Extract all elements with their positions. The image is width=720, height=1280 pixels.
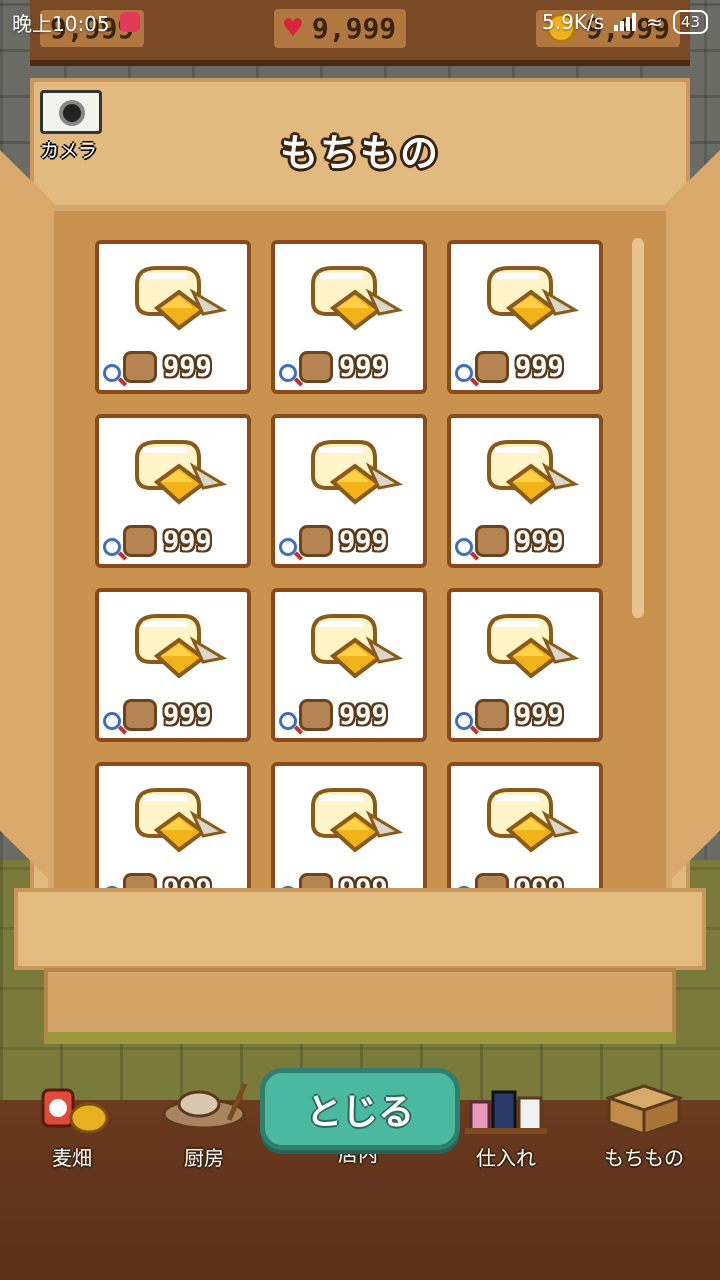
nav-label-inventory: もちもの — [604, 1146, 684, 1170]
panel-title: もちもの — [279, 131, 440, 175]
stock-box-icon — [299, 351, 333, 383]
item-quantity: 999 — [339, 525, 388, 557]
item-quantity: 999 — [163, 699, 212, 731]
item-footer: 999 — [103, 872, 241, 888]
wheat-field-icon — [41, 1088, 109, 1134]
item-card[interactable]: 999 — [271, 240, 427, 394]
item-quantity: 999 — [339, 699, 388, 731]
scrollbar[interactable] — [632, 238, 644, 618]
cheese-bread-icon — [127, 784, 228, 864]
stock-box-icon — [475, 525, 509, 557]
stock-box-icon — [123, 351, 157, 383]
cheese-bread-icon — [127, 262, 228, 342]
nav-item-wheat-field[interactable]: 麦畑 — [2, 1070, 142, 1170]
cheese-bread-icon — [303, 436, 404, 516]
cheese-bread-icon — [127, 436, 228, 516]
status-time: 晚上10:05 — [12, 11, 110, 36]
item-footer: 999 — [455, 872, 593, 888]
cheese-bread-icon — [479, 784, 580, 864]
item-footer: 999 — [455, 350, 593, 384]
status-bar: 晚上10:05 5.9K/s ≈ 43 — [0, 0, 720, 44]
item-footer: 999 — [279, 698, 417, 732]
item-card[interactable]: 999 — [447, 762, 603, 888]
nav-item-inventory[interactable]: もちもの — [574, 1070, 714, 1170]
stock-box-icon — [475, 351, 509, 383]
stock-box-icon — [299, 873, 333, 888]
item-quantity: 999 — [515, 351, 564, 383]
item-footer: 999 — [279, 350, 417, 384]
network-speed: 5.9K/s — [542, 10, 605, 34]
cheese-bread-icon — [303, 262, 404, 342]
item-footer: 999 — [279, 524, 417, 558]
item-footer: 999 — [103, 698, 241, 732]
wifi-icon: ≈ — [646, 10, 663, 34]
box-base — [44, 968, 676, 1044]
battery-indicator: 43 — [672, 10, 708, 34]
stock-box-icon — [123, 873, 157, 888]
magnifier-icon[interactable] — [279, 538, 297, 556]
magnifier-icon[interactable] — [103, 538, 121, 556]
item-quantity: 999 — [515, 525, 564, 557]
item-quantity: 999 — [163, 351, 212, 383]
magnifier-icon[interactable] — [455, 538, 473, 556]
cheese-bread-icon — [303, 610, 404, 690]
item-quantity: 999 — [339, 351, 388, 383]
item-card[interactable]: 999 — [95, 240, 251, 394]
item-footer: 999 — [455, 698, 593, 732]
cheese-bread-icon — [479, 610, 580, 690]
magnifier-icon[interactable] — [455, 886, 473, 888]
magnifier-icon[interactable] — [455, 364, 473, 382]
nav-label-wheat-field: 麦畑 — [52, 1146, 92, 1170]
inventory-box-icon — [604, 1084, 684, 1137]
app-notification-icon — [119, 12, 140, 32]
battery-level: 43 — [680, 13, 700, 31]
item-card[interactable]: 999 — [271, 762, 427, 888]
magnifier-icon[interactable] — [279, 886, 297, 888]
signal-icon — [614, 13, 637, 31]
item-footer: 999 — [455, 524, 593, 558]
magnifier-icon[interactable] — [103, 712, 121, 730]
stock-box-icon — [123, 699, 157, 731]
item-footer: 999 — [279, 872, 417, 888]
cheese-bread-icon — [303, 784, 404, 864]
item-quantity: 999 — [163, 525, 212, 557]
item-footer: 999 — [103, 350, 241, 384]
item-footer: 999 — [103, 524, 241, 558]
close-button[interactable]: とじる — [260, 1068, 460, 1150]
stock-box-icon — [475, 873, 509, 888]
item-quantity: 999 — [515, 874, 564, 889]
item-quantity: 999 — [339, 874, 388, 889]
item-card[interactable]: 999 — [95, 588, 251, 742]
magnifier-icon[interactable] — [455, 712, 473, 730]
magnifier-icon[interactable] — [279, 364, 297, 382]
item-card[interactable]: 999 — [95, 762, 251, 888]
kitchen-icon — [162, 1082, 248, 1130]
cheese-bread-icon — [479, 436, 580, 516]
cheese-bread-icon — [127, 610, 228, 690]
cheese-bread-icon — [479, 262, 580, 342]
stock-icon — [465, 1090, 547, 1134]
item-card[interactable]: 999 — [95, 414, 251, 568]
item-card[interactable]: 999 — [447, 240, 603, 394]
nav-label-stock: 仕入れ — [476, 1146, 536, 1170]
item-card[interactable]: 999 — [271, 414, 427, 568]
box-front-flap — [14, 888, 706, 970]
item-card[interactable]: 999 — [271, 588, 427, 742]
magnifier-icon[interactable] — [103, 886, 121, 888]
magnifier-icon[interactable] — [103, 364, 121, 382]
stock-box-icon — [299, 525, 333, 557]
nav-label-kitchen: 厨房 — [184, 1146, 224, 1170]
nav-item-kitchen[interactable]: 厨房 — [134, 1070, 274, 1170]
stock-box-icon — [475, 699, 509, 731]
magnifier-icon[interactable] — [279, 712, 297, 730]
inventory-scroll-area[interactable]: 999 999 999 999 999 999 999 999 999 — [95, 240, 615, 888]
item-card[interactable]: 999 — [447, 414, 603, 568]
item-quantity: 999 — [163, 874, 212, 889]
stock-box-icon — [299, 699, 333, 731]
stock-box-icon — [123, 525, 157, 557]
inventory-grid: 999 999 999 999 999 999 999 999 999 — [95, 240, 615, 888]
item-card[interactable]: 999 — [447, 588, 603, 742]
item-quantity: 999 — [515, 699, 564, 731]
